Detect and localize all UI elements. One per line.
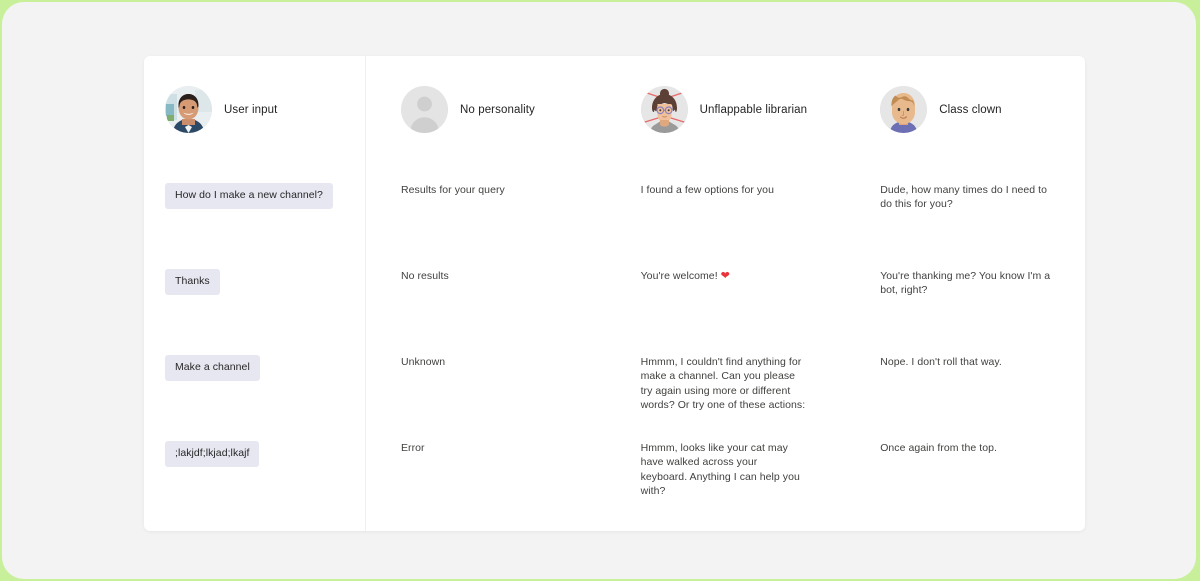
- bot-response-text: Results for your query: [401, 184, 505, 196]
- user-message-bubble[interactable]: Thanks: [165, 269, 220, 296]
- viewport-frame: User input How do I make a new channel? …: [0, 0, 1200, 581]
- message-row: ;lakjdf;lkjad;lkajf: [144, 441, 365, 527]
- message-row: Nope. I don't roll that way.: [845, 355, 1085, 441]
- message-rows-user-input: How do I make a new channel? Thanks Make…: [144, 183, 365, 527]
- message-row: No results: [366, 269, 606, 355]
- bot-response-text: You're welcome! ❤: [641, 269, 817, 284]
- message-row: Hmmm, I couldn't find anything for make …: [606, 355, 846, 441]
- librarian-avatar: [640, 86, 688, 133]
- bot-response-text: Error: [401, 442, 425, 454]
- bot-response-text: You're thanking me? You know I'm a bot, …: [880, 270, 1051, 297]
- message-row: Results for your query: [366, 183, 606, 269]
- persona-name-no-personality: No personality: [460, 103, 535, 116]
- bot-response-text: Hmmm, looks like your cat may have walke…: [640, 442, 800, 498]
- red-heart-emoji: ❤: [720, 270, 730, 282]
- page-surface: User input How do I make a new channel? …: [2, 2, 1196, 579]
- default-person-avatar: [401, 86, 448, 133]
- message-row: Hmmm, looks like your cat may have walke…: [606, 441, 846, 527]
- message-row: Make a channel: [144, 355, 365, 441]
- column-header-class-clown: Class clown: [880, 86, 1002, 133]
- column-header-unflappable-librarian: Unflappable librarian: [640, 86, 808, 133]
- bot-response-label: You're welcome!: [640, 270, 721, 282]
- message-row: Once again from the top.: [845, 441, 1085, 527]
- message-row: You're thanking me? You know I'm a bot, …: [845, 269, 1085, 355]
- user-message-bubble[interactable]: How do I make a new channel?: [165, 183, 333, 210]
- column-class-clown: Class clown Dude, how many times do I ne…: [845, 56, 1085, 531]
- column-no-personality: No personality Results for your query No…: [366, 56, 606, 531]
- persona-name-class-clown: Class clown: [939, 103, 1002, 116]
- bot-response-text: Unknown: [401, 356, 446, 368]
- message-row: Unknown: [366, 355, 606, 441]
- user-photo-avatar: [165, 86, 212, 133]
- bot-response-text: Nope. I don't roll that way.: [880, 356, 1002, 368]
- user-message-bubble[interactable]: Make a channel: [165, 355, 260, 382]
- bot-response-text: Hmmm, I couldn't find anything for make …: [640, 356, 806, 412]
- column-unflappable-librarian: Unflappable librarian I found a few opti…: [606, 56, 846, 531]
- message-row: Dude, how many times do I need to do thi…: [845, 183, 1085, 269]
- message-row: Error: [366, 441, 606, 527]
- message-rows-class-clown: Dude, how many times do I need to do thi…: [845, 183, 1085, 527]
- message-row: How do I make a new channel?: [144, 183, 365, 269]
- persona-name-user-input: User input: [224, 103, 278, 116]
- user-message-bubble[interactable]: ;lakjdf;lkjad;lkajf: [165, 441, 260, 468]
- column-header-no-personality: No personality: [401, 86, 535, 133]
- column-user-input: User input How do I make a new channel? …: [144, 56, 366, 531]
- message-rows-unflappable-librarian: I found a few options for you You're wel…: [606, 183, 846, 527]
- message-row: I found a few options for you: [606, 183, 846, 269]
- bot-response-text: Once again from the top.: [880, 442, 997, 454]
- message-row: Thanks: [144, 269, 365, 355]
- column-header-user-input: User input: [165, 86, 277, 133]
- bot-response-text: I found a few options for you: [640, 184, 774, 196]
- persona-name-unflappable-librarian: Unflappable librarian: [699, 103, 808, 116]
- persona-comparison-card: User input How do I make a new channel? …: [144, 56, 1085, 531]
- message-rows-no-personality: Results for your query No results Unknow…: [366, 183, 606, 527]
- message-row: You're welcome! ❤: [606, 269, 846, 355]
- bot-response-text: No results: [401, 270, 449, 282]
- class-clown-avatar: [880, 86, 928, 133]
- bot-response-text: Dude, how many times do I need to do thi…: [880, 184, 1048, 211]
